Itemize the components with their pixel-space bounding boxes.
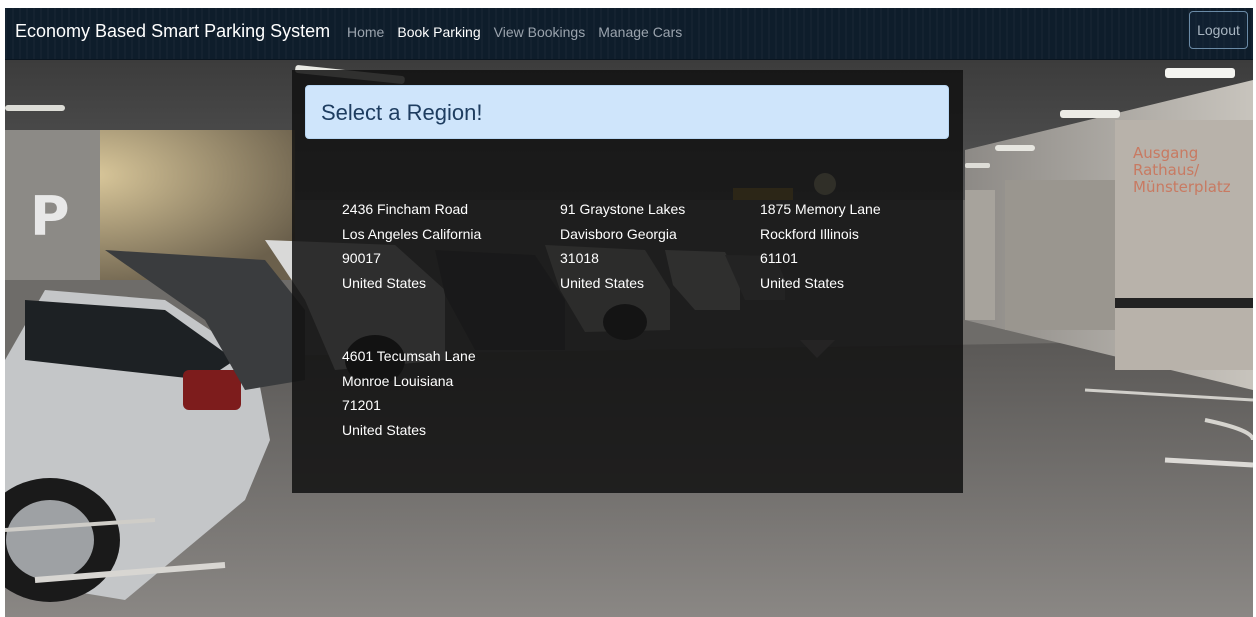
region-card-rockford[interactable]: 1875 Memory Lane Rockford Illinois 61101… [760, 197, 881, 295]
region-street: 1875 Memory Lane [760, 201, 881, 217]
region-card-davisboro[interactable]: 91 Graystone Lakes Davisboro Georgia 310… [560, 197, 685, 295]
nav-links: Home Book Parking View Bookings Manage C… [347, 24, 682, 40]
svg-text:Rathaus/: Rathaus/ [1133, 161, 1200, 179]
nav-link-manage-cars[interactable]: Manage Cars [598, 24, 682, 40]
region-country: United States [342, 274, 427, 291]
region-zip: 31018 [560, 250, 599, 266]
region-city-state: Monroe Louisiana [342, 372, 454, 389]
app-window: Ausgang Rathaus/ Münsterplatz P Economy … [5, 8, 1253, 617]
region-card-monroe[interactable]: 4601 Tecumsah Lane Monroe Louisiana 7120… [342, 344, 476, 442]
region-street: 2436 Fincham Road [342, 201, 469, 217]
parking-p-sign: P [30, 185, 70, 248]
nav-link-home[interactable]: Home [347, 24, 384, 40]
region-country: United States [560, 274, 645, 291]
exit-sign-text: Ausgang [1133, 144, 1198, 162]
top-navbar: Economy Based Smart Parking System Home … [5, 8, 1253, 60]
region-zip: 61101 [760, 250, 798, 266]
region-country: United States [342, 421, 427, 438]
region-street: 4601 Tecumsah Lane [342, 348, 476, 364]
panel-header: Select a Region! [305, 85, 949, 139]
nav-link-book-parking[interactable]: Book Parking [397, 24, 480, 40]
region-card-los-angeles[interactable]: 2436 Fincham Road Los Angeles California… [342, 197, 481, 295]
region-street: 91 Graystone Lakes [560, 201, 686, 217]
logout-button[interactable]: Logout [1189, 11, 1248, 49]
nav-link-view-bookings[interactable]: View Bookings [494, 24, 586, 40]
region-zip: 90017 [342, 250, 381, 266]
app-brand[interactable]: Economy Based Smart Parking System [15, 21, 330, 42]
region-country: United States [760, 274, 845, 291]
region-city-state: Davisboro Georgia [560, 225, 677, 242]
region-panel: Select a Region! 2436 Fincham Road Los A… [292, 70, 963, 493]
region-city-state: Rockford Illinois [760, 225, 859, 242]
region-city-state: Los Angeles California [342, 225, 482, 242]
svg-text:Münsterplatz: Münsterplatz [1133, 178, 1231, 196]
page-title: Select a Region! [321, 100, 483, 125]
region-zip: 71201 [342, 397, 381, 413]
